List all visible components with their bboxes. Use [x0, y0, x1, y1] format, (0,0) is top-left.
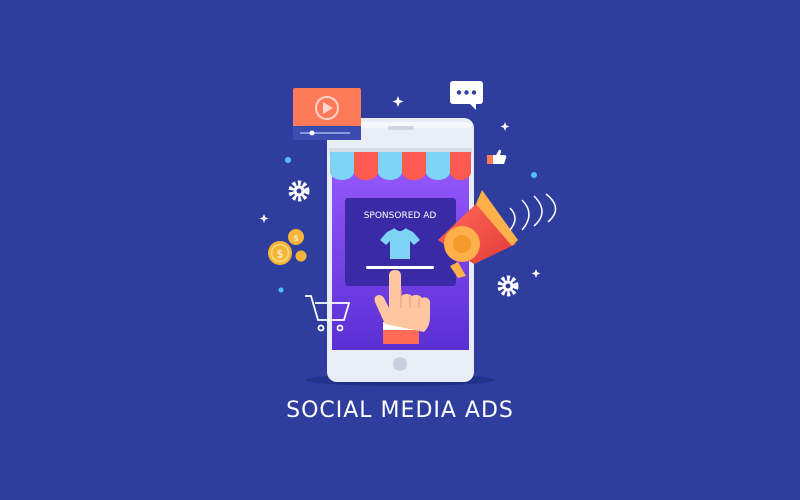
decor-dot [278, 287, 284, 293]
svg-text:$: $ [293, 234, 298, 243]
video-player-icon [293, 88, 361, 140]
decor-dot [531, 172, 537, 178]
home-button [393, 357, 407, 371]
decor-dot [285, 157, 291, 163]
coin-icon [295, 250, 307, 262]
gear-icon [288, 180, 310, 202]
thumbs-up-icon [487, 149, 507, 164]
svg-text:$: $ [277, 248, 284, 261]
gear-icon [497, 275, 519, 297]
coin-icon: $ [288, 229, 304, 245]
sponsored-ad-card: SPONSORED AD [345, 198, 456, 286]
chat-bubble-icon [450, 81, 483, 110]
coin-icon: $ [268, 241, 292, 265]
illustration: SPONSORED AD $ $ [259, 81, 557, 386]
sponsored-ad-label: SPONSORED AD [364, 211, 437, 221]
illustration-title: SOCIAL MEDIA ADS [286, 398, 514, 423]
